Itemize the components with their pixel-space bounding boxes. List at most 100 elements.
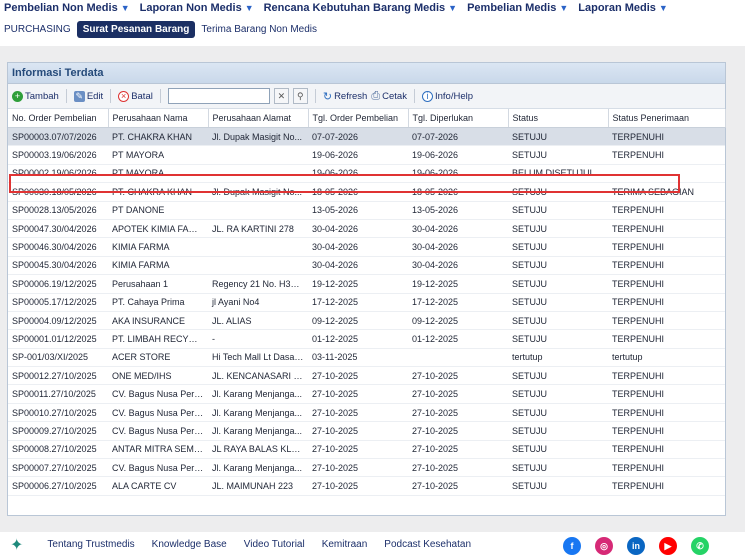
table-cell: SETUJU [508, 403, 608, 423]
nav-pembelian-medis[interactable]: Pembelian Medis ▼ [467, 2, 568, 14]
table-cell: SP00002.19/06/2026 [8, 164, 108, 184]
table-row[interactable]: SP00001.01/12/2025 PT. LIMBAH RECYCLE -01-… [8, 329, 725, 349]
column-header[interactable]: Tgl. Order Pembelian [308, 109, 409, 128]
column-header[interactable]: Status Penerimaan [608, 109, 726, 128]
order-table: No. Order Pembelian Perusahaan Nama Peru… [8, 109, 726, 496]
table-row[interactable]: SP00007.27/10/2025 CV. Bagus Nusa Pers...… [8, 458, 725, 478]
chevron-down-icon: ▼ [658, 3, 668, 13]
table-cell: SP00005.17/12/2025 [8, 293, 108, 312]
table-cell: SP00001.01/12/2025 [8, 329, 108, 349]
table-row[interactable]: SP00009.27/10/2025 CV. Bagus Nusa Pers...… [8, 421, 725, 441]
column-header[interactable]: Perusahaan Alamat [208, 109, 309, 128]
table-cell: 27-10-2025 [408, 384, 508, 404]
footer-link[interactable]: Video Tutorial [244, 539, 305, 550]
data-panel: Informasi Terdata + Tambah ✎ Edit × Bata… [7, 62, 726, 516]
footer-link[interactable]: Kemitraan [322, 539, 368, 550]
table-cell: TERPENUHI [608, 145, 725, 165]
table-row[interactable]: SP00047.30/04/2026 APOTEK KIMIA FARMA JL. … [8, 219, 725, 239]
subnav-purchasing[interactable]: PURCHASING [4, 24, 71, 35]
table-cell: PT MAYORA [108, 164, 208, 184]
table-row[interactable]: SP00003.19/06/2026 PT MAYORA 19-06-2026 19-… [8, 145, 725, 165]
table-cell: TERPENUHI [608, 256, 725, 276]
table-cell: 19-12-2025 [308, 274, 408, 294]
info-icon: i [421, 90, 433, 102]
footer-link[interactable]: Podcast Kesehatan [384, 539, 471, 550]
table-cell: SETUJU [508, 366, 608, 386]
table-cell: ALA CARTE CV [108, 476, 208, 496]
nav-laporan-medis[interactable]: Laporan Medis ▼ [578, 2, 668, 14]
nav-pembelian-non-medis[interactable]: Pembelian Non Medis ▼ [4, 2, 130, 14]
table-cell: BELUM DISETUJUI [508, 164, 608, 184]
table-row[interactable]: SP00011.27/10/2025 CV. Bagus Nusa Pers...… [8, 384, 725, 404]
linkedin-icon[interactable]: in [627, 537, 645, 555]
table-row[interactable]: SP00006.27/10/2025 ALA CARTE CV JL. MAIMUN… [8, 476, 725, 496]
table-cell: KIMIA FARMA [108, 256, 208, 276]
panel-title: Informasi Terdata [8, 63, 725, 84]
table-cell: SETUJU [508, 458, 608, 478]
footer-link[interactable]: Knowledge Base [152, 539, 227, 550]
edit-button[interactable]: ✎ Edit [73, 90, 103, 102]
table-cell: ONE MED/IHS [108, 366, 208, 386]
table-cell: 27-10-2025 [408, 440, 508, 460]
table-cell: TERPENUHI [608, 201, 725, 220]
table-row[interactable]: SP00030.18/05/2026 PT. CHAKRA KHAN Jl. Dup… [8, 182, 725, 202]
table-cell: TERPENUHI [608, 127, 725, 147]
table-cell: PT MAYORA [108, 145, 208, 165]
table-cell: TERPENUHI [608, 274, 725, 294]
table-cell: SETUJU [508, 329, 608, 349]
nav-rencana-kebutuhan[interactable]: Rencana Kebutuhan Barang Medis ▼ [264, 2, 457, 14]
facebook-icon[interactable]: f [563, 537, 581, 555]
table-row[interactable]: SP00012.27/10/2025 ONE MED/IHS JL. KENCANA… [8, 366, 725, 386]
table-cell: TERPENUHI [608, 311, 725, 331]
table-cell: 27-10-2025 [308, 384, 408, 404]
column-header[interactable]: No. Order Pembelian [8, 109, 109, 128]
print-button[interactable]: ⎙ Cetak [371, 90, 407, 103]
table-row[interactable]: SP00010.27/10/2025 CV. Bagus Nusa Pers...… [8, 403, 725, 423]
table-cell: 27-10-2025 [408, 421, 508, 441]
chevron-down-icon: ▼ [448, 3, 458, 13]
table-row[interactable]: SP00005.17/12/2025 PT. Cahaya Prima jl Aya… [8, 293, 725, 312]
table-cell: 13-05-2026 [308, 201, 408, 220]
table-cell: SETUJU [508, 476, 608, 496]
table-row[interactable]: SP00046.30/04/2026 KIMIA FARMA 30-04-2026 3… [8, 237, 725, 257]
subnav-terima-barang[interactable]: Terima Barang Non Medis [201, 24, 317, 35]
instagram-icon[interactable]: ◎ [595, 537, 613, 555]
search-icon[interactable]: ⚲ [292, 88, 308, 104]
add-button[interactable]: + Tambah [12, 90, 59, 102]
table-cell: TERPENUHI [608, 384, 725, 404]
nav-laporan-non-medis[interactable]: Laporan Non Medis ▼ [140, 2, 254, 14]
table-cell: SETUJU [508, 293, 608, 312]
refresh-button[interactable]: ↻ Refresh [323, 90, 367, 103]
table-cell: 13-05-2026 [408, 201, 508, 220]
toolbar-divider [413, 89, 415, 103]
table-header-row: No. Order Pembelian Perusahaan Nama Peru… [8, 109, 726, 128]
table-cell: SP-001/03/XI/2025 [8, 348, 108, 368]
table-cell: SETUJU [508, 127, 608, 147]
table-row[interactable]: SP00002.19/06/2026 PT MAYORA 19-06-2026 19-… [8, 164, 725, 184]
table-row[interactable]: SP00028.13/05/2026 PT DANONE 13-05-2026 13-… [8, 201, 725, 220]
table-row[interactable]: SP-001/03/XI/2025 ACER STORE Hi Tech Mall … [8, 348, 725, 368]
youtube-icon[interactable]: ▶ [659, 537, 677, 555]
table-cell: SP00012.27/10/2025 [8, 366, 108, 386]
subnav-surat-pesanan[interactable]: Surat Pesanan Barang [76, 20, 196, 38]
refresh-icon: ↻ [322, 90, 333, 103]
table-row[interactable]: SP00006.19/12/2025 Perusahaan 1 Regency 21… [8, 274, 725, 294]
table-row[interactable]: SP00003.07/07/2026 PT. CHAKRA KHAN Jl. Dup… [8, 127, 725, 147]
column-header[interactable]: Perusahaan Nama [108, 109, 209, 128]
table-row[interactable]: SP00008.27/10/2025 ANTAR MITRA SEMB... JL … [8, 440, 725, 460]
whatsapp-icon[interactable]: ✆ [691, 537, 709, 555]
table-cell: 30-04-2026 [408, 219, 508, 239]
clear-search-icon[interactable]: ✕ [273, 88, 289, 104]
table-cell: SETUJU [508, 237, 608, 257]
cancel-button[interactable]: × Batal [118, 90, 153, 102]
column-header[interactable]: Tgl. Diperlukan [408, 109, 509, 128]
column-header[interactable]: Status [508, 109, 609, 128]
toolbar-divider [159, 89, 161, 103]
info-help-button[interactable]: i Info/Help [421, 90, 473, 102]
footer-link[interactable]: Tentang Trustmedis [47, 539, 134, 550]
table-cell: 30-04-2026 [308, 219, 408, 239]
table-row[interactable]: SP00004.09/12/2025 AKA INSURANCE JL. ALIAS… [8, 311, 725, 331]
table-cell: 27-10-2025 [408, 366, 508, 386]
search-input[interactable] [167, 88, 270, 104]
table-row[interactable]: SP00045.30/04/2026 KIMIA FARMA 30-04-2026 3… [8, 256, 725, 276]
